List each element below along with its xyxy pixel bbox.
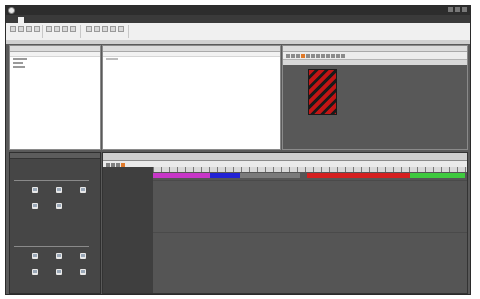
- timeline-clip-green[interactable]: [410, 173, 465, 178]
- toolbar-icon[interactable]: [326, 53, 330, 58]
- ribbon-button-icon[interactable]: [118, 26, 124, 32]
- media-column-header: [103, 52, 280, 57]
- ribbon-separator: [80, 25, 81, 38]
- close-icon[interactable]: [462, 7, 467, 12]
- timeline-tool-icon[interactable]: [116, 162, 120, 167]
- tool-icon[interactable]: [32, 269, 38, 275]
- ribbon-button-icon[interactable]: [46, 26, 52, 32]
- timeline-panel: [102, 152, 468, 294]
- timeline-clip-gray[interactable]: [240, 173, 300, 178]
- timeline-clip-blue[interactable]: [210, 173, 240, 178]
- tool-icon[interactable]: [56, 269, 62, 275]
- tree-item[interactable]: [13, 58, 27, 60]
- minimize-icon[interactable]: [448, 7, 453, 12]
- ribbon-button-icon[interactable]: [110, 26, 116, 32]
- tool-icon[interactable]: [56, 187, 62, 193]
- tools-header: [10, 153, 100, 159]
- ribbon-button-icon[interactable]: [18, 26, 24, 32]
- track-headers: [103, 167, 154, 293]
- ribbon-button-icon[interactable]: [86, 26, 92, 32]
- ribbon-button-icon[interactable]: [70, 26, 76, 32]
- toolbar-icon[interactable]: [301, 53, 305, 58]
- toolbar-icon[interactable]: [296, 53, 300, 58]
- timeline-clip-magenta[interactable]: [153, 173, 210, 178]
- ribbon-separator: [128, 25, 129, 38]
- ribbon-button-icon[interactable]: [62, 26, 68, 32]
- tool-icon[interactable]: [56, 253, 62, 259]
- tool-icon[interactable]: [32, 187, 38, 193]
- tools-panel: [9, 152, 101, 294]
- toolbar-icon[interactable]: [291, 53, 295, 58]
- ribbon-button-icon[interactable]: [10, 26, 16, 32]
- title-bar: [6, 6, 470, 15]
- ribbon-status-strip: [6, 40, 470, 44]
- timeline-tracks[interactable]: [153, 172, 467, 293]
- section-divider: [14, 180, 89, 181]
- toolbar-icon[interactable]: [336, 53, 340, 58]
- track-divider: [153, 232, 467, 233]
- preview-toolbar: [283, 52, 467, 60]
- timeline-tool-icon[interactable]: [106, 162, 110, 167]
- preview-panel: [282, 45, 468, 150]
- media-item[interactable]: [106, 58, 118, 60]
- maximize-icon[interactable]: [455, 7, 460, 12]
- track-divider: [153, 180, 467, 181]
- tool-icon[interactable]: [80, 187, 86, 193]
- tree-item[interactable]: [13, 66, 25, 68]
- toolbar-icon[interactable]: [341, 53, 345, 58]
- tool-icon[interactable]: [80, 253, 86, 259]
- ribbon-button-icon[interactable]: [94, 26, 100, 32]
- media-panel: [102, 45, 281, 150]
- toolbar-icon[interactable]: [306, 53, 310, 58]
- app-logo-icon[interactable]: [8, 7, 15, 14]
- preview-clip-image[interactable]: [308, 69, 337, 115]
- ribbon-toolbar: [6, 23, 470, 41]
- tool-icon[interactable]: [56, 203, 62, 209]
- explorer-column-header: [10, 52, 100, 57]
- tool-icon[interactable]: [80, 269, 86, 275]
- timeline-clip-red[interactable]: [307, 173, 410, 178]
- timeline-tool-icon[interactable]: [121, 162, 125, 167]
- timeline-header: [103, 153, 467, 161]
- toolbar-icon[interactable]: [321, 53, 325, 58]
- ribbon-separator: [42, 25, 43, 38]
- tool-icon[interactable]: [32, 203, 38, 209]
- window-controls: [448, 7, 467, 12]
- app-window: [5, 5, 471, 295]
- ribbon-tabs: [6, 15, 470, 23]
- tool-icon[interactable]: [32, 253, 38, 259]
- ribbon-button-icon[interactable]: [54, 26, 60, 32]
- explorer-panel: [9, 45, 101, 150]
- tree-item[interactable]: [13, 62, 23, 64]
- ribbon-button-icon[interactable]: [102, 26, 108, 32]
- toolbar-icon[interactable]: [311, 53, 315, 58]
- toolbar-icon[interactable]: [331, 53, 335, 58]
- preview-canvas[interactable]: [283, 65, 467, 149]
- ribbon-button-icon[interactable]: [34, 26, 40, 32]
- toolbar-icon[interactable]: [286, 53, 290, 58]
- ribbon-button-icon[interactable]: [26, 26, 32, 32]
- toolbar-icon[interactable]: [316, 53, 320, 58]
- section-divider: [14, 246, 89, 247]
- timeline-tool-icon[interactable]: [111, 162, 115, 167]
